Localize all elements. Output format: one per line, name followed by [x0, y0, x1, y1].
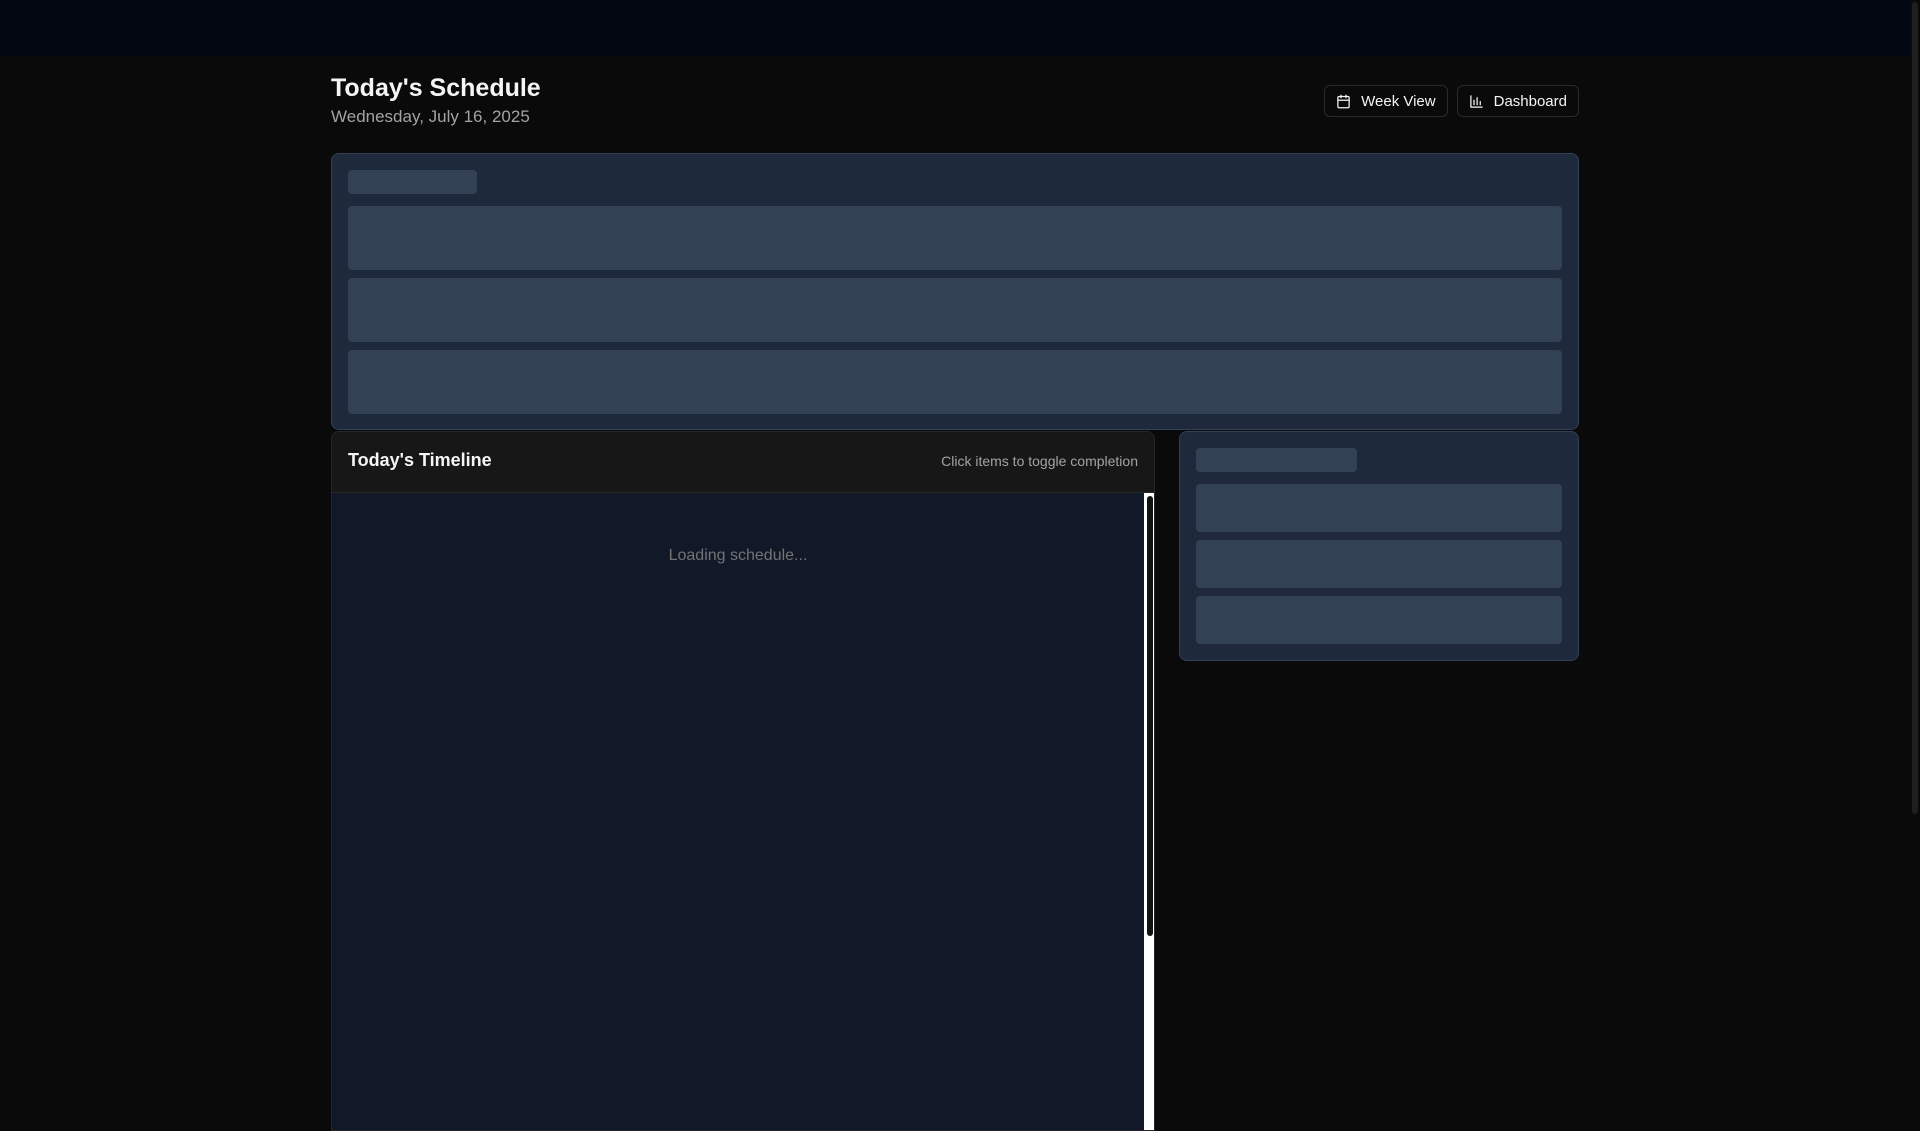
main-container: Today's Schedule Wednesday, July 16, 202… — [331, 56, 1579, 1131]
timeline-body: Loading schedule... — [332, 493, 1144, 1130]
timeline-header: Today's Timeline Click items to toggle c… — [332, 432, 1154, 493]
skeleton-title — [1196, 448, 1357, 472]
timeline-scrollbar[interactable] — [1144, 493, 1154, 1130]
timeline-scrollbar-thumb[interactable] — [1147, 496, 1153, 936]
calendar-icon — [1336, 94, 1351, 109]
top-bar — [0, 0, 1910, 56]
skeleton-row — [1196, 596, 1562, 644]
timeline-title: Today's Timeline — [348, 450, 492, 470]
page-scrollbar-thumb[interactable] — [1912, 2, 1918, 814]
timeline-hint: Click items to toggle completion — [941, 453, 1138, 469]
dashboard-button[interactable]: Dashboard — [1456, 85, 1579, 117]
week-view-label: Week View — [1361, 92, 1436, 110]
week-view-button[interactable]: Week View — [1324, 85, 1448, 117]
page-title: Today's Schedule — [331, 74, 541, 102]
summary-card-skeleton — [331, 153, 1579, 430]
page-scrollbar[interactable] — [1910, 0, 1920, 1080]
page-date: Wednesday, July 16, 2025 — [331, 107, 530, 126]
page-header: Today's Schedule Wednesday, July 16, 202… — [331, 56, 1579, 153]
timeline-panel: Today's Timeline Click items to toggle c… — [331, 431, 1155, 1131]
skeleton-row — [348, 350, 1562, 414]
skeleton-row — [348, 278, 1562, 342]
skeleton-title — [348, 170, 477, 194]
skeleton-row — [1196, 484, 1562, 532]
skeleton-row — [1196, 540, 1562, 588]
header-actions: Week View Dashboard — [1324, 85, 1579, 117]
bar-chart-icon — [1469, 94, 1484, 109]
dashboard-label: Dashboard — [1493, 92, 1567, 110]
skeleton-row — [348, 206, 1562, 270]
side-card-skeleton — [1179, 431, 1579, 661]
loading-text: Loading schedule... — [668, 547, 808, 564]
